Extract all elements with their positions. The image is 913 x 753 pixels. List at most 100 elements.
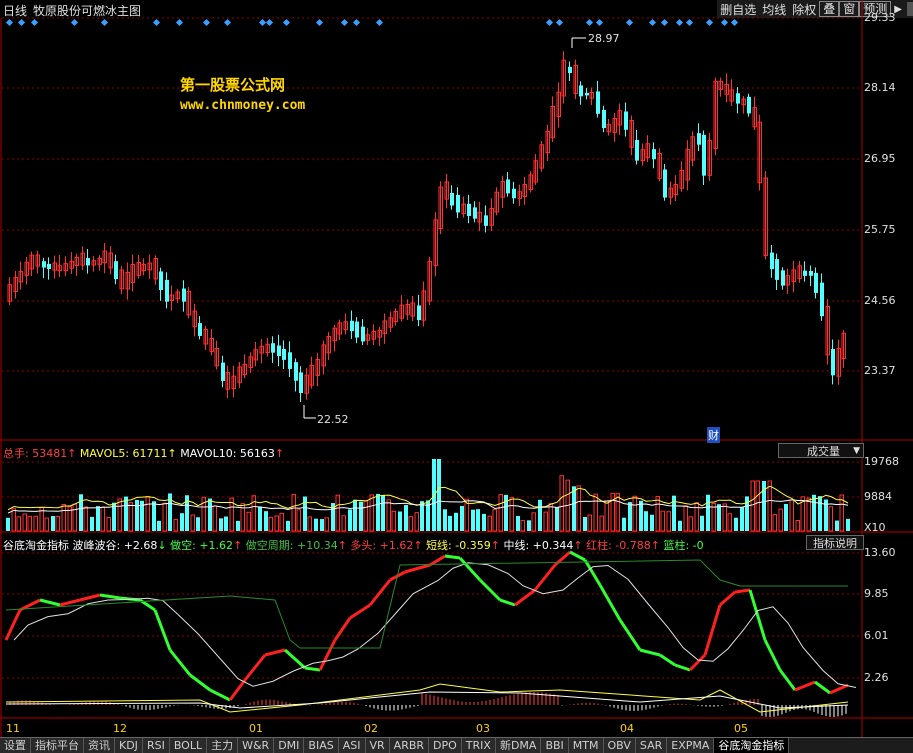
volume-bar-up — [335, 494, 340, 532]
volume-bar-up — [408, 516, 413, 532]
tab-settings[interactable]: 设置 — [0, 738, 31, 753]
candle-down — [663, 169, 667, 198]
volume-bar-down — [835, 520, 839, 531]
tab-trix[interactable]: TRIX — [461, 738, 496, 753]
indicator-axis-label: 6.01 — [864, 629, 889, 642]
volume-bar-up — [391, 510, 396, 532]
tab-arbr[interactable]: ARBR — [389, 738, 430, 753]
tab-main-force[interactable]: 主力 — [207, 738, 239, 753]
volume-indicator-select[interactable]: 成交量 ▼ — [778, 443, 864, 458]
tab-kdj[interactable]: KDJ — [115, 738, 143, 753]
mid-line-value: 中线: +0.344 — [503, 539, 574, 552]
volume-bar-up — [212, 505, 217, 532]
volume-bar-up — [727, 513, 732, 532]
candle-down — [635, 139, 639, 161]
up-arrow-icon: ↑ — [490, 539, 500, 552]
low-price-mark: 22.52 — [317, 413, 349, 426]
month-label: 11 — [6, 722, 20, 735]
volume-bar-down — [219, 518, 223, 531]
event-diamond-icon — [258, 18, 267, 27]
indicator-help-button[interactable]: 指标说明 — [806, 535, 864, 550]
candle-down — [114, 261, 118, 280]
up-arrow-icon: ↑ — [337, 539, 347, 552]
volume-axis-label: 9884 — [864, 490, 892, 503]
candle-down — [294, 362, 298, 381]
indicator-axis-label: 2.26 — [864, 671, 889, 684]
event-diamond-icon — [282, 18, 291, 27]
candle-down — [288, 352, 292, 369]
indicator-main-line — [659, 653, 676, 667]
event-diamond-icon — [17, 18, 26, 27]
tab-rsi[interactable]: RSI — [142, 738, 170, 753]
volume-bar-up — [72, 503, 77, 532]
volume-bar-up — [100, 506, 105, 532]
volume-bar-down — [6, 517, 10, 531]
tab-obv[interactable]: OBV — [603, 738, 636, 753]
volume-bar-down — [812, 494, 816, 531]
finance-report-icon[interactable]: 财 — [707, 427, 720, 443]
tab-expma[interactable]: EXPMA — [667, 738, 715, 753]
high-price-mark: 28.97 — [588, 32, 620, 45]
tab-news[interactable]: 资讯 — [84, 738, 115, 753]
event-diamond-icon — [685, 18, 694, 27]
long-value: 多头: +1.62 — [350, 539, 414, 552]
stock-chart[interactable] — [0, 0, 913, 753]
watermark-title: 第一股票公式网 — [180, 76, 286, 94]
candle-down — [165, 279, 169, 302]
volume-bar-up — [655, 496, 660, 532]
volume-bar-down — [90, 516, 94, 531]
volume-bar-down — [286, 520, 290, 531]
chevron-down-icon: ▼ — [853, 446, 860, 456]
volume-bar-down — [527, 520, 531, 531]
tab-new-dma[interactable]: 新DMA — [495, 738, 542, 753]
tab-indicator-platform[interactable]: 指标平台 — [31, 738, 84, 753]
volume-bar-down — [398, 511, 402, 531]
short-line-value: 短线: -0.359 — [426, 539, 491, 552]
volume-bar-down — [460, 505, 464, 531]
tab-gudi-taojin[interactable]: 谷底淘金指标 — [714, 738, 790, 753]
short-line — [5, 683, 849, 713]
candle-down — [361, 326, 365, 342]
indicator-main-line — [703, 604, 722, 656]
volume-bar-down — [437, 459, 441, 531]
indicator-main-line — [99, 593, 121, 600]
candle-down — [814, 272, 818, 293]
mavol5-value: MAVOL5: 61711 — [79, 447, 168, 460]
indicator-main-line — [429, 554, 446, 567]
tab-bias[interactable]: BIAS — [304, 738, 339, 753]
tab-asi[interactable]: ASI — [338, 738, 366, 753]
tab-boll[interactable]: BOLL — [169, 738, 208, 753]
tab-vr[interactable]: VR — [365, 738, 390, 753]
tab-mtm[interactable]: MTM — [568, 738, 604, 753]
tab-bbi[interactable]: BBI — [541, 738, 569, 753]
indicator-main-line — [688, 653, 707, 672]
volume-bar-down — [644, 511, 648, 531]
volume-bar-up — [27, 515, 32, 532]
volume-bar-down — [572, 486, 576, 531]
indicator-main-line — [444, 554, 461, 560]
tab-dmi[interactable]: DMI — [274, 738, 305, 753]
volume-bar-up — [324, 517, 329, 532]
candle-down — [803, 270, 807, 276]
candle-down — [221, 362, 225, 381]
indicator-main-line — [514, 588, 536, 607]
volume-bar-up — [106, 517, 111, 532]
up-arrow-icon: ↑ — [650, 539, 660, 552]
tab-wr[interactable]: W&R — [238, 738, 275, 753]
tab-sar[interactable]: SAR — [635, 738, 668, 753]
volume-bar-down — [381, 494, 385, 531]
down-arrow-icon: ↓ — [157, 539, 167, 552]
price-axis-label: 28.14 — [864, 81, 896, 94]
candle-down — [47, 263, 51, 269]
candle-down — [579, 85, 583, 97]
volume-bar-up — [492, 509, 497, 532]
indicator-main-line — [554, 550, 571, 567]
tab-dpo[interactable]: DPO — [429, 738, 462, 753]
candle-down — [781, 270, 785, 286]
candle-down — [484, 215, 488, 226]
event-diamond-icon — [152, 18, 161, 27]
candle-down — [473, 207, 477, 219]
candle-down — [198, 323, 202, 336]
volume-bar-down — [124, 496, 128, 531]
candlesticks — [7, 37, 846, 419]
